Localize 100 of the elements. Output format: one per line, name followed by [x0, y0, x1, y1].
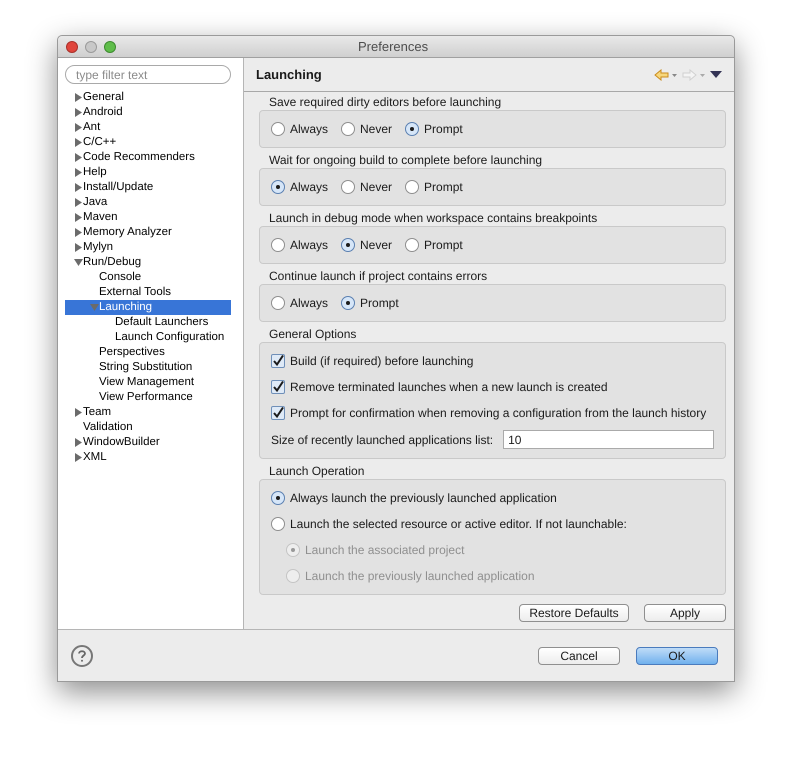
tree-item[interactable]: Run/Debug: [65, 255, 231, 270]
tree-label: Perspectives: [99, 344, 165, 360]
expanded-arrow-icon[interactable]: [74, 258, 83, 267]
dialog-button[interactable]: Apply: [644, 604, 726, 622]
radio-label: Prompt: [424, 121, 463, 138]
radio-button[interactable]: [405, 180, 420, 194]
tree-item[interactable]: Validation: [65, 420, 231, 435]
tree-item[interactable]: String Substitution: [65, 360, 231, 375]
radio-button[interactable]: [271, 296, 285, 310]
radio-label: Always: [290, 237, 328, 254]
ok-button[interactable]: OK: [636, 646, 718, 664]
tree-item[interactable]: Android: [65, 105, 231, 120]
tree-label: String Substitution: [99, 360, 192, 375]
tree-label: Console: [99, 270, 142, 285]
tree-label: Run/Debug: [83, 254, 142, 270]
checkbox-label: Build (if required) before launching: [290, 353, 474, 370]
tree-label: Memory Analyzer: [83, 224, 172, 240]
help-icon[interactable]: [71, 644, 93, 666]
group-title: Continue launch if project contains errors: [268, 268, 488, 284]
radio-label: Launch the associated project: [305, 542, 464, 559]
tree-item[interactable]: Default Launchers: [65, 315, 231, 330]
collapsed-arrow-icon[interactable]: [74, 408, 83, 417]
tree-label: Java: [83, 194, 108, 210]
checkbox-label: Prompt for confirmation when removing a configuration from the launch history: [290, 405, 706, 422]
radio-label: Prompt: [424, 237, 463, 254]
tree-label: View Management: [99, 374, 194, 390]
radio-button[interactable]: [341, 238, 356, 252]
field-label: Size of recently launched applications list:: [271, 432, 494, 448]
radio-button[interactable]: [341, 180, 356, 194]
page-title: Launching: [256, 66, 322, 84]
tree-item[interactable]: Maven: [65, 210, 231, 225]
radio-label: Prompt: [424, 179, 463, 196]
checkbox[interactable]: [271, 354, 285, 368]
tree-item[interactable]: Java: [65, 195, 231, 210]
radio-button[interactable]: [271, 517, 285, 531]
group-title: Launch Operation: [268, 463, 366, 479]
tree-item[interactable]: Console: [65, 270, 231, 285]
radio-button[interactable]: [271, 238, 285, 252]
tree-item[interactable]: View Management: [65, 375, 231, 390]
tree-label: General: [83, 90, 124, 105]
radio-label: Never: [360, 237, 392, 254]
radio-label: Never: [360, 121, 392, 138]
tree-label: XML: [83, 450, 107, 465]
checkbox[interactable]: [271, 380, 285, 394]
radio-button[interactable]: [271, 180, 285, 194]
tree-label: C/C++: [83, 134, 116, 150]
radio-button[interactable]: [341, 296, 356, 310]
radio-button[interactable]: [405, 122, 420, 136]
radio-label: Always: [290, 121, 328, 138]
tree-label: Install/Update: [83, 180, 154, 195]
tree-label: Default Launchers: [115, 314, 208, 330]
tree-item[interactable]: Memory Analyzer: [65, 225, 231, 240]
close-icon[interactable]: [66, 40, 78, 52]
window-title: Preferences: [358, 38, 428, 56]
back-arrow-icon[interactable]: [654, 68, 678, 80]
tree-item[interactable]: Launching: [65, 300, 231, 315]
group-title: Wait for ongoing build to complete before launching: [268, 152, 544, 168]
tree-label: WindowBuilder: [83, 434, 160, 450]
group-title: Launch in debug mode when workspace contains breakpoints: [268, 210, 598, 226]
radio-label: Launch the previously launched application: [305, 568, 534, 585]
radio-label: Always: [290, 295, 328, 312]
tree-label: Launch Configuration: [115, 330, 224, 345]
tree-item[interactable]: C/C++: [65, 135, 231, 150]
tree-item[interactable]: External Tools: [65, 285, 231, 300]
radio-label: Never: [360, 179, 392, 196]
dialog-button[interactable]: Cancel: [538, 646, 620, 664]
tree-item[interactable]: Help: [65, 165, 231, 180]
tree-label: Mylyn: [83, 240, 114, 255]
group-title: General Options: [268, 326, 358, 342]
tree-item[interactable]: Mylyn: [65, 240, 231, 255]
tree-item[interactable]: View Performance: [65, 390, 231, 405]
input-field[interactable]: 10: [503, 430, 714, 449]
menu-icon[interactable]: [710, 70, 722, 78]
zoom-icon[interactable]: [104, 40, 116, 52]
tree-label: Android: [83, 104, 123, 120]
tree-item[interactable]: General: [65, 90, 231, 105]
checkbox[interactable]: [271, 406, 285, 420]
tree-item[interactable]: Launch Configuration: [65, 330, 231, 345]
tree-item[interactable]: XML: [65, 450, 231, 465]
tree-label: Help: [83, 164, 107, 180]
tree-label: Ant: [83, 120, 100, 135]
radio-button[interactable]: [271, 491, 285, 505]
radio-button[interactable]: [405, 238, 420, 252]
radio-label: Launch the selected resource or active editor. If not launchable:: [290, 516, 627, 533]
tree-item[interactable]: Ant: [65, 120, 231, 135]
tree-item[interactable]: Perspectives: [65, 345, 231, 360]
tree-item[interactable]: Install/Update: [65, 180, 231, 195]
radio-button[interactable]: [271, 122, 285, 136]
group-title: Save required dirty editors before launching: [268, 94, 502, 110]
radio-label: Always: [290, 179, 328, 196]
tree-label: Code Recommenders: [83, 150, 195, 165]
tree-item[interactable]: Team: [65, 405, 231, 420]
filter-field[interactable]: type filter text: [65, 65, 231, 84]
radio-label: Always launch the previously launched application: [290, 490, 557, 507]
dialog-button[interactable]: Restore Defaults: [519, 604, 629, 622]
tree-item[interactable]: WindowBuilder: [65, 435, 231, 450]
tree-label: Team: [83, 404, 112, 420]
radio-button[interactable]: [341, 122, 356, 136]
tree-item[interactable]: Code Recommenders: [65, 150, 231, 165]
tree-label: View Performance: [99, 390, 193, 405]
